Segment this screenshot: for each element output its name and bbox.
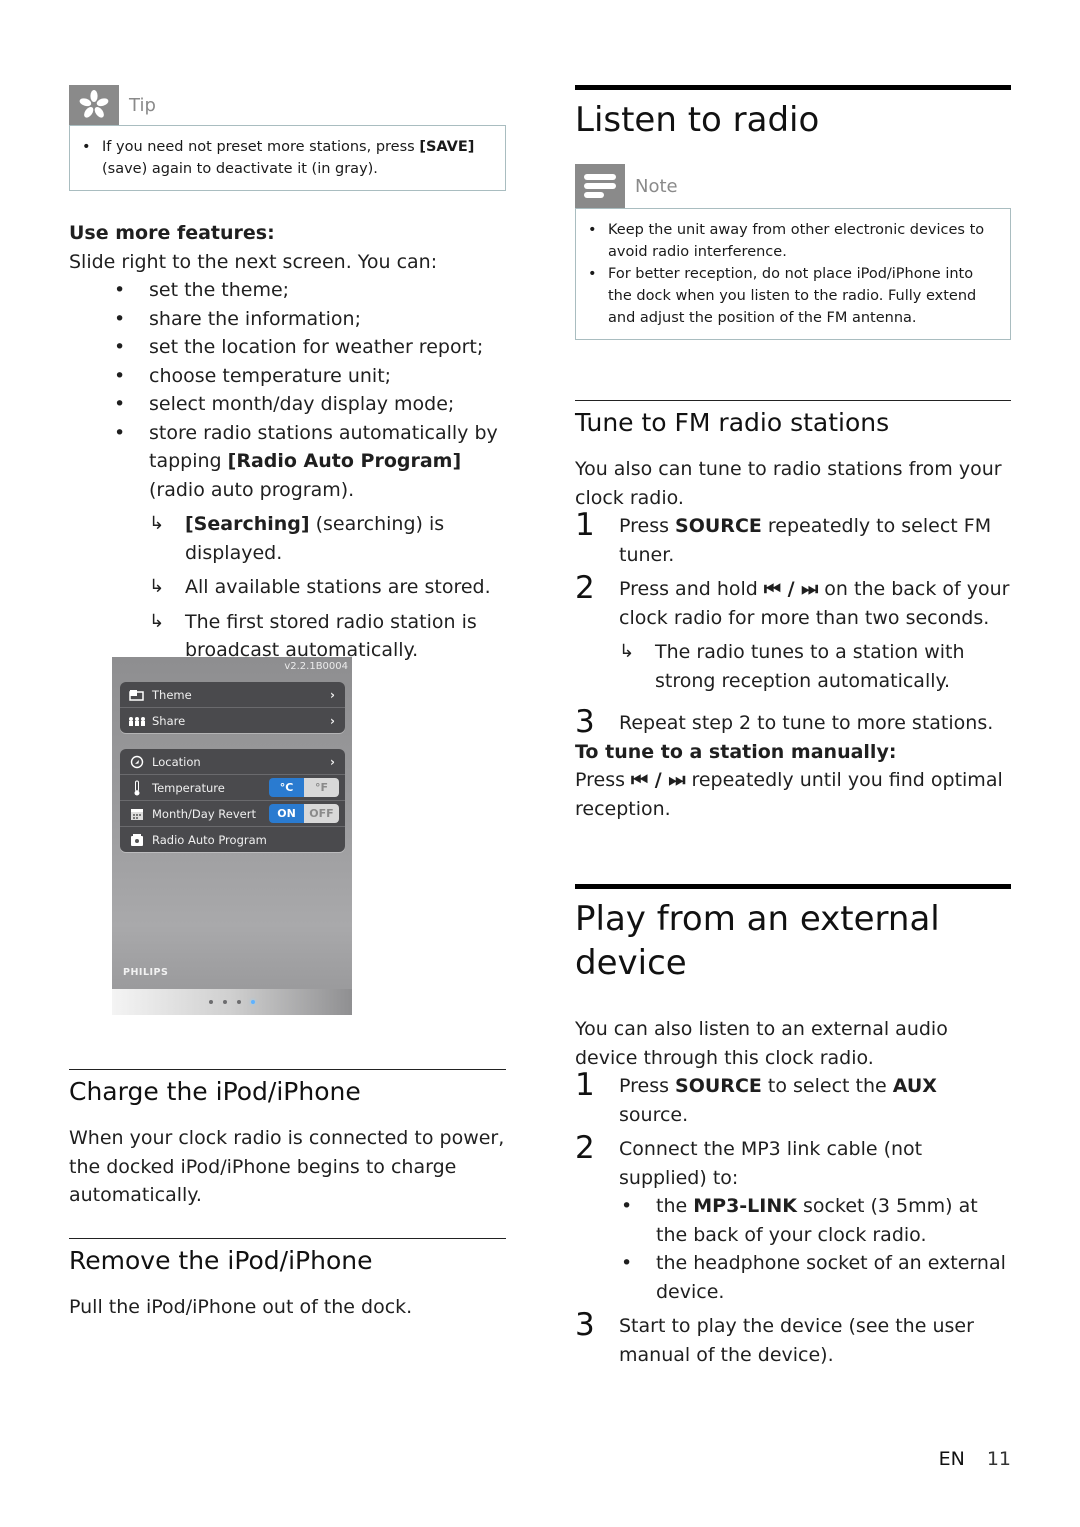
external-step-2: 2 Connect the MP3 link cable (not suppli… xyxy=(575,1131,1011,1306)
features-intro: Slide right to the next screen. You can: xyxy=(69,250,438,273)
feature-item: set the location for weather report; xyxy=(69,333,506,362)
note-item: For better reception, do not place iPod/… xyxy=(586,263,998,329)
result-item: All available stations are stored. xyxy=(149,573,506,602)
external-title: Play from an external device xyxy=(575,884,1011,985)
external-step-1: 1 Press SOURCE to select the AUX source. xyxy=(575,1067,937,1126)
result-item: [Searching] (searching) is displayed. xyxy=(149,510,506,567)
fahrenheit-option[interactable]: °F xyxy=(304,778,339,797)
device-brand-logo: PHILIPS xyxy=(123,967,169,978)
external-intro: You can also listen to an external audio… xyxy=(575,1018,948,1069)
device-row-month-day-revert: Month/Day Revert ON OFF xyxy=(120,801,345,827)
language-code: EN xyxy=(938,1448,965,1470)
feature-item: set the theme; xyxy=(69,276,506,305)
device-settings-group-2: Location › Temperature °C °F Month/Day R… xyxy=(120,749,345,852)
left-column: Tip If you need not preset more stations… xyxy=(69,85,506,665)
celsius-option[interactable]: °C xyxy=(269,778,304,797)
chevron-right-icon: › xyxy=(330,687,335,702)
page-dot[interactable] xyxy=(209,1000,213,1004)
calendar-icon xyxy=(128,807,146,821)
tune-intro: You also can tune to radio stations from… xyxy=(575,458,1002,509)
feature-item: select month/day display mode; xyxy=(69,390,506,419)
result-item: The first stored radio station is broadc… xyxy=(149,608,506,665)
temperature-unit-toggle[interactable]: °C °F xyxy=(269,778,339,797)
features-heading: Use more features: xyxy=(69,222,275,244)
device-settings-screenshot: v2.2.1B0004 Theme › Share › Location › T… xyxy=(112,657,352,1015)
external-section: Play from an external device You can als… xyxy=(575,884,1011,1369)
external-step-3: 3 Start to play the device (see the user… xyxy=(575,1307,974,1366)
manual-body: Press ⏮ / ⏭ repeatedly until you find op… xyxy=(575,769,1003,820)
tune-step-2: 2 Press and hold ⏮ / ⏭ on the back of yo… xyxy=(575,571,1011,695)
right-column: Listen to radio Note Keep the unit away … xyxy=(575,85,1011,823)
share-icon xyxy=(128,714,146,728)
prev-next-icon: ⏮ / ⏭ xyxy=(631,769,686,791)
tune-step-3: 3 Repeat step 2 to tune to more stations… xyxy=(575,704,994,740)
manual-heading: To tune to a station manually: xyxy=(575,740,897,763)
device-row-share[interactable]: Share › xyxy=(120,708,345,733)
charge-title: Charge the iPod/iPhone xyxy=(69,1069,506,1110)
remove-section: Remove the iPod/iPhone Pull the iPod/iPh… xyxy=(69,1238,506,1322)
prev-next-icon: ⏮ / ⏭ xyxy=(763,578,819,600)
chevron-right-icon: › xyxy=(330,754,335,769)
page-footer: EN 11 xyxy=(939,1448,1011,1470)
off-option[interactable]: OFF xyxy=(304,804,339,823)
feature-item: choose temperature unit; xyxy=(69,362,506,391)
note-label: Note xyxy=(635,175,678,197)
remove-title: Remove the iPod/iPhone xyxy=(69,1238,506,1279)
feature-item: share the information; xyxy=(69,305,506,334)
features-section: Use more features: Slide right to the ne… xyxy=(69,219,506,665)
feature-item: store radio stations automatically by ta… xyxy=(69,419,506,665)
theme-icon xyxy=(128,688,146,702)
device-row-radio-auto-program[interactable]: Radio Auto Program xyxy=(120,827,345,852)
page-number: 11 xyxy=(986,1448,1011,1470)
compass-icon xyxy=(128,755,146,769)
charge-body: When your clock radio is connected to po… xyxy=(69,1127,505,1206)
tune-step-1: 1 Press SOURCE repeatedly to select FM t… xyxy=(575,507,992,566)
tip-asterisk-icon xyxy=(69,85,119,125)
tip-label: Tip xyxy=(129,94,156,116)
note-callout: Note Keep the unit away from other elect… xyxy=(575,164,1011,340)
result-item: The radio tunes to a station with strong… xyxy=(619,638,1011,695)
tip-callout: Tip If you need not preset more stations… xyxy=(69,85,506,191)
note-lines-icon xyxy=(575,164,625,208)
charge-section: Charge the iPod/iPhone When your clock r… xyxy=(69,1069,506,1210)
note-item: Keep the unit away from other electronic… xyxy=(586,219,998,263)
page-dot[interactable] xyxy=(237,1000,241,1004)
page-dot[interactable] xyxy=(223,1000,227,1004)
page-indicator xyxy=(112,989,352,1015)
tip-item: If you need not preset more stations, pr… xyxy=(80,136,493,180)
chevron-right-icon: › xyxy=(330,713,335,728)
socket-item: the headphone socket of an external devi… xyxy=(619,1249,1011,1306)
device-row-location[interactable]: Location › xyxy=(120,749,345,775)
device-version: v2.2.1B0004 xyxy=(284,661,348,672)
page-dot-active[interactable] xyxy=(251,1000,255,1004)
on-option[interactable]: ON xyxy=(269,804,304,823)
results-list: [Searching] (searching) is displayed. Al… xyxy=(149,510,506,665)
external-steps: 1 Press SOURCE to select the AUX source.… xyxy=(575,1067,1011,1369)
tip-box: If you need not preset more stations, pr… xyxy=(69,125,506,191)
device-row-temperature: Temperature °C °F xyxy=(120,775,345,801)
radio-icon xyxy=(128,833,146,847)
features-list: set the theme; share the information; se… xyxy=(69,276,506,665)
socket-item: the MP3-LINK socket (3 5mm) at the back … xyxy=(619,1192,1011,1249)
remove-body: Pull the iPod/iPhone out of the dock. xyxy=(69,1296,413,1318)
tune-section: Tune to FM radio stations You also can t… xyxy=(575,400,1011,823)
device-row-theme[interactable]: Theme › xyxy=(120,682,345,708)
listen-title: Listen to radio xyxy=(575,85,1011,142)
tune-steps: 1 Press SOURCE repeatedly to select FM t… xyxy=(575,507,1011,740)
note-box: Keep the unit away from other electronic… xyxy=(575,208,1011,340)
tune-title: Tune to FM radio stations xyxy=(575,400,1011,441)
month-day-revert-toggle[interactable]: ON OFF xyxy=(269,804,339,823)
thermometer-icon xyxy=(128,780,146,795)
device-settings-group-1: Theme › Share › xyxy=(120,682,345,733)
